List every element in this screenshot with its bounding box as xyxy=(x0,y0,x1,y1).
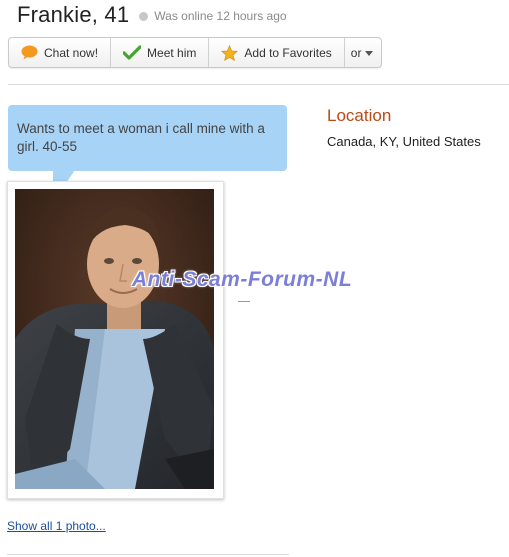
meet-him-button[interactable]: Meet him xyxy=(111,38,210,67)
chat-now-button[interactable]: Chat now! xyxy=(9,38,112,67)
online-status: Was online 12 hours ago xyxy=(154,9,287,23)
location-heading: Location xyxy=(327,106,392,125)
profile-photo-frame[interactable] xyxy=(7,181,224,499)
caret-down-icon xyxy=(365,51,374,56)
meet-him-label: Meet him xyxy=(147,45,197,60)
speech-bubble-icon xyxy=(21,45,38,60)
action-toolbar: Chat now! Meet him Add to Favorites or xyxy=(8,37,383,68)
watermark-text: Anti-Scam-Forum-NL xyxy=(132,268,353,291)
status-dot-icon xyxy=(139,12,149,21)
profile-header: Frankie, 41 Was online 12 hours ago xyxy=(17,0,287,30)
star-icon xyxy=(221,44,239,61)
chat-now-label: Chat now! xyxy=(44,45,99,60)
more-options-label: or xyxy=(350,45,362,60)
location-value: Canada, KY, United States xyxy=(327,134,481,149)
checkmark-icon xyxy=(123,45,142,60)
show-all-photos-link[interactable]: Show all 1 photo... xyxy=(7,519,106,533)
profile-tagline: Wants to meet a woman i call mine with a… xyxy=(17,121,265,154)
profile-photo-image xyxy=(15,189,214,489)
more-options-dropdown[interactable]: or xyxy=(345,38,382,67)
profile-photo[interactable] xyxy=(15,189,214,489)
decorative-dash xyxy=(238,301,250,302)
bottom-divider xyxy=(7,554,289,555)
header-divider xyxy=(8,84,509,85)
add-to-favorites-button[interactable]: Add to Favorites xyxy=(209,38,345,67)
add-to-favorites-label: Add to Favorites xyxy=(244,45,332,60)
profile-name: Frankie, 41 xyxy=(17,2,130,27)
profile-tagline-bubble: Wants to meet a woman i call mine with a… xyxy=(8,105,287,171)
